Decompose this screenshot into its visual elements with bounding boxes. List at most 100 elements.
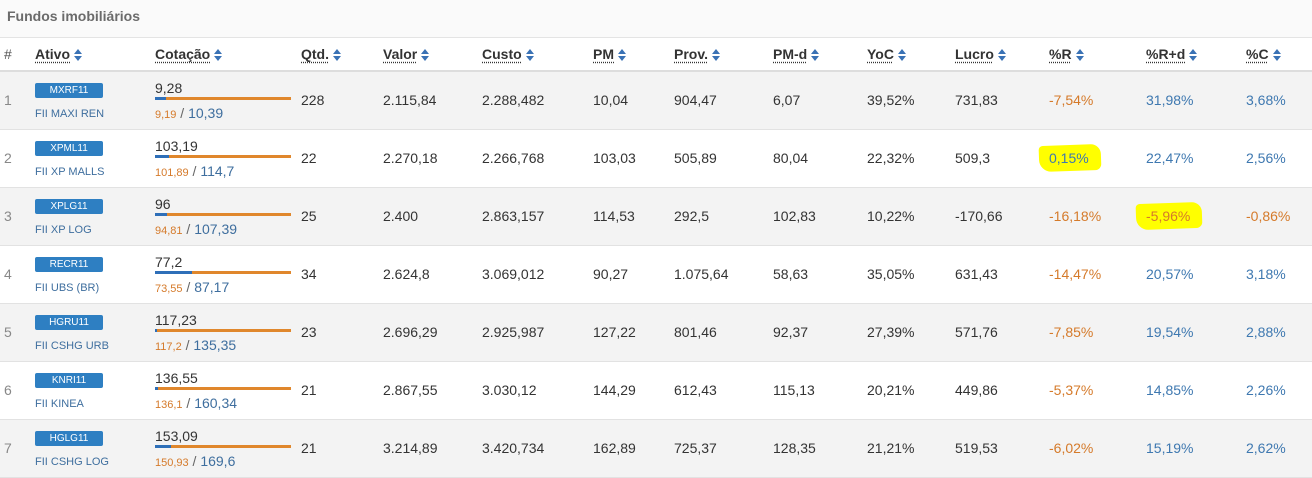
current-price: 77,2: [155, 253, 183, 270]
column-label-custo: Custo: [482, 46, 522, 62]
price-min: 117,2: [155, 340, 182, 353]
sort-arrows-icon[interactable]: [525, 49, 535, 62]
column-header-ativo[interactable]: Ativo: [31, 38, 155, 72]
asset-cell: HGRU11 FII CSHG URB: [31, 303, 155, 362]
table-row[interactable]: 2 XPML11 FII XP MALLS 103,19 101,89 / 114,7 2…: [0, 129, 1312, 188]
fund-name[interactable]: FII KINEA: [35, 398, 84, 410]
sort-arrows-icon[interactable]: [1189, 49, 1198, 62]
sort-arrows-icon[interactable]: [74, 49, 83, 62]
quantity: 25: [301, 187, 383, 246]
column-header-lucro[interactable]: Lucro: [955, 38, 1049, 72]
column-header-valor[interactable]: Valor: [383, 38, 482, 72]
percent-rd: 20,57%: [1146, 245, 1246, 304]
column-header-rd[interactable]: %R+d: [1146, 38, 1246, 72]
table-row[interactable]: 3 XPLG11 FII XP LOG 96 94,81 / 107,39 25 2.400…: [0, 187, 1312, 246]
ticker-badge[interactable]: MXRF11: [35, 83, 103, 99]
range-separator: /: [182, 394, 195, 411]
current-price: 136,55: [155, 369, 198, 386]
column-header-r[interactable]: %R: [1049, 38, 1146, 72]
fund-name[interactable]: FII CSHG URB: [35, 340, 109, 352]
column-header-pmd[interactable]: PM-d: [773, 38, 867, 72]
column-label-c: %C: [1246, 46, 1269, 62]
percent-r: -14,47%: [1049, 245, 1146, 304]
sort-arrows-icon[interactable]: [618, 49, 627, 62]
ticker-badge[interactable]: XPLG11: [35, 199, 103, 214]
column-header-prov[interactable]: Prov.: [674, 38, 773, 72]
ticker-badge[interactable]: KNRI11: [35, 373, 103, 388]
price-range-fill: [155, 328, 157, 332]
table-row[interactable]: 7 HGLG11 FII CSHG LOG 153,09 150,93 / 169,6 2…: [0, 419, 1312, 478]
column-label-pm: PM: [593, 46, 614, 62]
quantity: 21: [301, 361, 383, 420]
row-number: 6: [0, 361, 31, 420]
column-header-yoc[interactable]: YoC: [867, 38, 955, 72]
average-price-adjusted: 6,07: [773, 71, 867, 130]
price-range-fill: [155, 270, 192, 274]
fund-name[interactable]: FII MAXI REN: [35, 108, 104, 120]
row-number: 2: [0, 129, 31, 188]
column-header-custo[interactable]: Custo: [482, 38, 593, 72]
percent-value: -5,96%: [1146, 208, 1191, 224]
yield-on-cost: 39,52%: [867, 71, 955, 130]
value: 3.214,89: [383, 419, 482, 478]
average-price-adjusted: 115,13: [773, 361, 867, 420]
percent-r: -16,18%: [1049, 187, 1146, 246]
sort-arrows-icon[interactable]: [811, 49, 820, 62]
average-price-adjusted: 128,35: [773, 419, 867, 478]
dividends: 1.075,64: [674, 245, 773, 304]
range-separator: /: [182, 220, 195, 237]
sort-arrows-icon[interactable]: [333, 49, 342, 62]
ticker-badge[interactable]: RECR11: [35, 257, 103, 272]
table-row[interactable]: 5 HGRU11 FII CSHG URB 117,23 117,2 / 135,35 2…: [0, 303, 1312, 362]
fund-name[interactable]: FII XP MALLS: [35, 166, 105, 178]
row-number: 1: [0, 71, 31, 130]
table-row[interactable]: 4 RECR11 FII UBS (BR) 77,2 73,55 / 87,17 34 2.…: [0, 245, 1312, 304]
table-row[interactable]: 1 MXRF11 FII MAXI REN 9,28 9,19 / 10,39 228 2.…: [0, 71, 1312, 130]
profit: 571,76: [955, 303, 1049, 362]
average-price: 144,29: [593, 361, 674, 420]
value: 2.270,18: [383, 129, 482, 188]
price-range-fill: [155, 96, 166, 100]
sort-arrows-icon[interactable]: [421, 49, 430, 62]
asset-cell: KNRI11 FII KINEA: [31, 361, 155, 420]
current-price: 96: [155, 195, 171, 212]
asset-cell: MXRF11 FII MAXI REN: [31, 71, 155, 130]
fund-name[interactable]: FII CSHG LOG: [35, 456, 109, 468]
price-max: 135,35: [193, 336, 237, 353]
ticker-badge[interactable]: HGRU11: [35, 315, 103, 330]
fund-name[interactable]: FII UBS (BR): [35, 282, 99, 294]
column-header-c[interactable]: %C: [1246, 38, 1312, 72]
sort-arrows-icon[interactable]: [711, 49, 721, 62]
sort-arrows-icon[interactable]: [214, 49, 223, 62]
column-label-num: #: [4, 46, 12, 62]
column-header-pm[interactable]: PM: [593, 38, 674, 72]
panel-header: Fundos imobiliários: [0, 0, 1312, 38]
ticker-badge[interactable]: XPML11: [35, 141, 103, 156]
price-range-bar: [155, 444, 291, 448]
sort-arrows-icon[interactable]: [1272, 49, 1282, 62]
column-header-qtd[interactable]: Qtd.: [301, 38, 383, 72]
current-price: 103,19: [155, 137, 198, 154]
price-cell: 136,55 136,1 / 160,34: [155, 361, 301, 420]
average-price-adjusted: 80,04: [773, 129, 867, 188]
panel-title: Fundos imobiliários: [7, 8, 141, 24]
profit: 519,53: [955, 419, 1049, 478]
row-number: 3: [0, 187, 31, 246]
dividends: 725,37: [674, 419, 773, 478]
sort-arrows-icon[interactable]: [997, 49, 1007, 62]
current-price: 9,28: [155, 79, 183, 96]
current-price: 117,23: [155, 311, 197, 328]
dividends: 292,5: [674, 187, 773, 246]
column-label-ativo: Ativo: [35, 46, 70, 62]
sort-arrows-icon[interactable]: [1075, 49, 1085, 62]
average-price-adjusted: 102,83: [773, 187, 867, 246]
fund-name[interactable]: FII XP LOG: [35, 224, 92, 236]
range-separator: /: [176, 104, 189, 121]
sort-arrows-icon[interactable]: [897, 49, 907, 62]
price-max: 87,17: [194, 278, 230, 295]
column-header-cotacao[interactable]: Cotação: [155, 38, 301, 72]
ticker-badge[interactable]: HGLG11: [35, 431, 103, 446]
average-price-adjusted: 92,37: [773, 303, 867, 362]
range-separator: /: [188, 452, 201, 469]
table-row[interactable]: 6 KNRI11 FII KINEA 136,55 136,1 / 160,34 21 2.…: [0, 361, 1312, 420]
